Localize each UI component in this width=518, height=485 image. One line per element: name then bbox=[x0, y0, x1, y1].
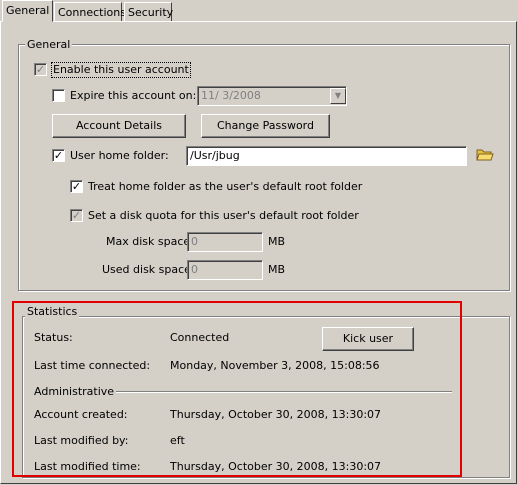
max-disk-unit: MB bbox=[268, 235, 286, 248]
tab-connections[interactable]: Connections bbox=[54, 2, 126, 21]
treat-home-root-label[interactable]: Treat home folder as the user's default … bbox=[88, 180, 362, 194]
used-disk-label: Used disk space: bbox=[102, 263, 195, 276]
disk-quota-checkbox[interactable]: ✓ bbox=[70, 209, 83, 222]
tab-general[interactable]: General bbox=[2, 0, 53, 22]
used-disk-unit: MB bbox=[268, 263, 286, 276]
tab-security[interactable]: Security bbox=[124, 2, 174, 21]
general-group-title: General bbox=[25, 38, 73, 51]
disk-quota-label[interactable]: Set a disk quota for this user's default… bbox=[88, 209, 359, 223]
highlight-box bbox=[12, 301, 462, 477]
date-dropdown-button[interactable]: ▼ bbox=[330, 88, 346, 104]
tab-security-label: Security bbox=[128, 6, 174, 19]
tab-connections-label: Connections bbox=[58, 6, 126, 19]
general-group bbox=[18, 44, 510, 291]
expire-date-picker[interactable]: 11/ 3/2008 bbox=[197, 86, 347, 106]
used-disk-input[interactable]: 0 bbox=[187, 260, 263, 280]
home-folder-value: /Usr/jbug bbox=[190, 149, 240, 162]
home-folder-checkbox[interactable]: ✓ bbox=[52, 149, 65, 162]
home-folder-label[interactable]: User home folder: bbox=[70, 149, 169, 163]
change-password-button[interactable]: Change Password bbox=[201, 114, 330, 138]
chevron-down-icon: ▼ bbox=[334, 91, 342, 100]
folder-icon[interactable] bbox=[476, 148, 494, 162]
treat-home-root-checkbox[interactable]: ✓ bbox=[70, 180, 83, 193]
max-disk-value: 0 bbox=[191, 235, 198, 248]
tab-general-label: General bbox=[6, 4, 50, 17]
max-disk-label: Max disk space: bbox=[106, 235, 194, 248]
enable-account-label[interactable]: Enable this user account bbox=[51, 62, 191, 78]
expire-account-label[interactable]: Expire this account on: bbox=[70, 89, 196, 103]
home-folder-input[interactable]: /Usr/jbug bbox=[186, 146, 467, 166]
expire-account-checkbox[interactable] bbox=[52, 89, 65, 102]
expire-date-value: 11/ 3/2008 bbox=[201, 89, 261, 102]
used-disk-value: 0 bbox=[191, 263, 198, 276]
account-details-button[interactable]: Account Details bbox=[52, 114, 186, 138]
max-disk-input[interactable]: 0 bbox=[187, 232, 263, 252]
enable-account-checkbox[interactable]: ✓ bbox=[34, 63, 47, 76]
